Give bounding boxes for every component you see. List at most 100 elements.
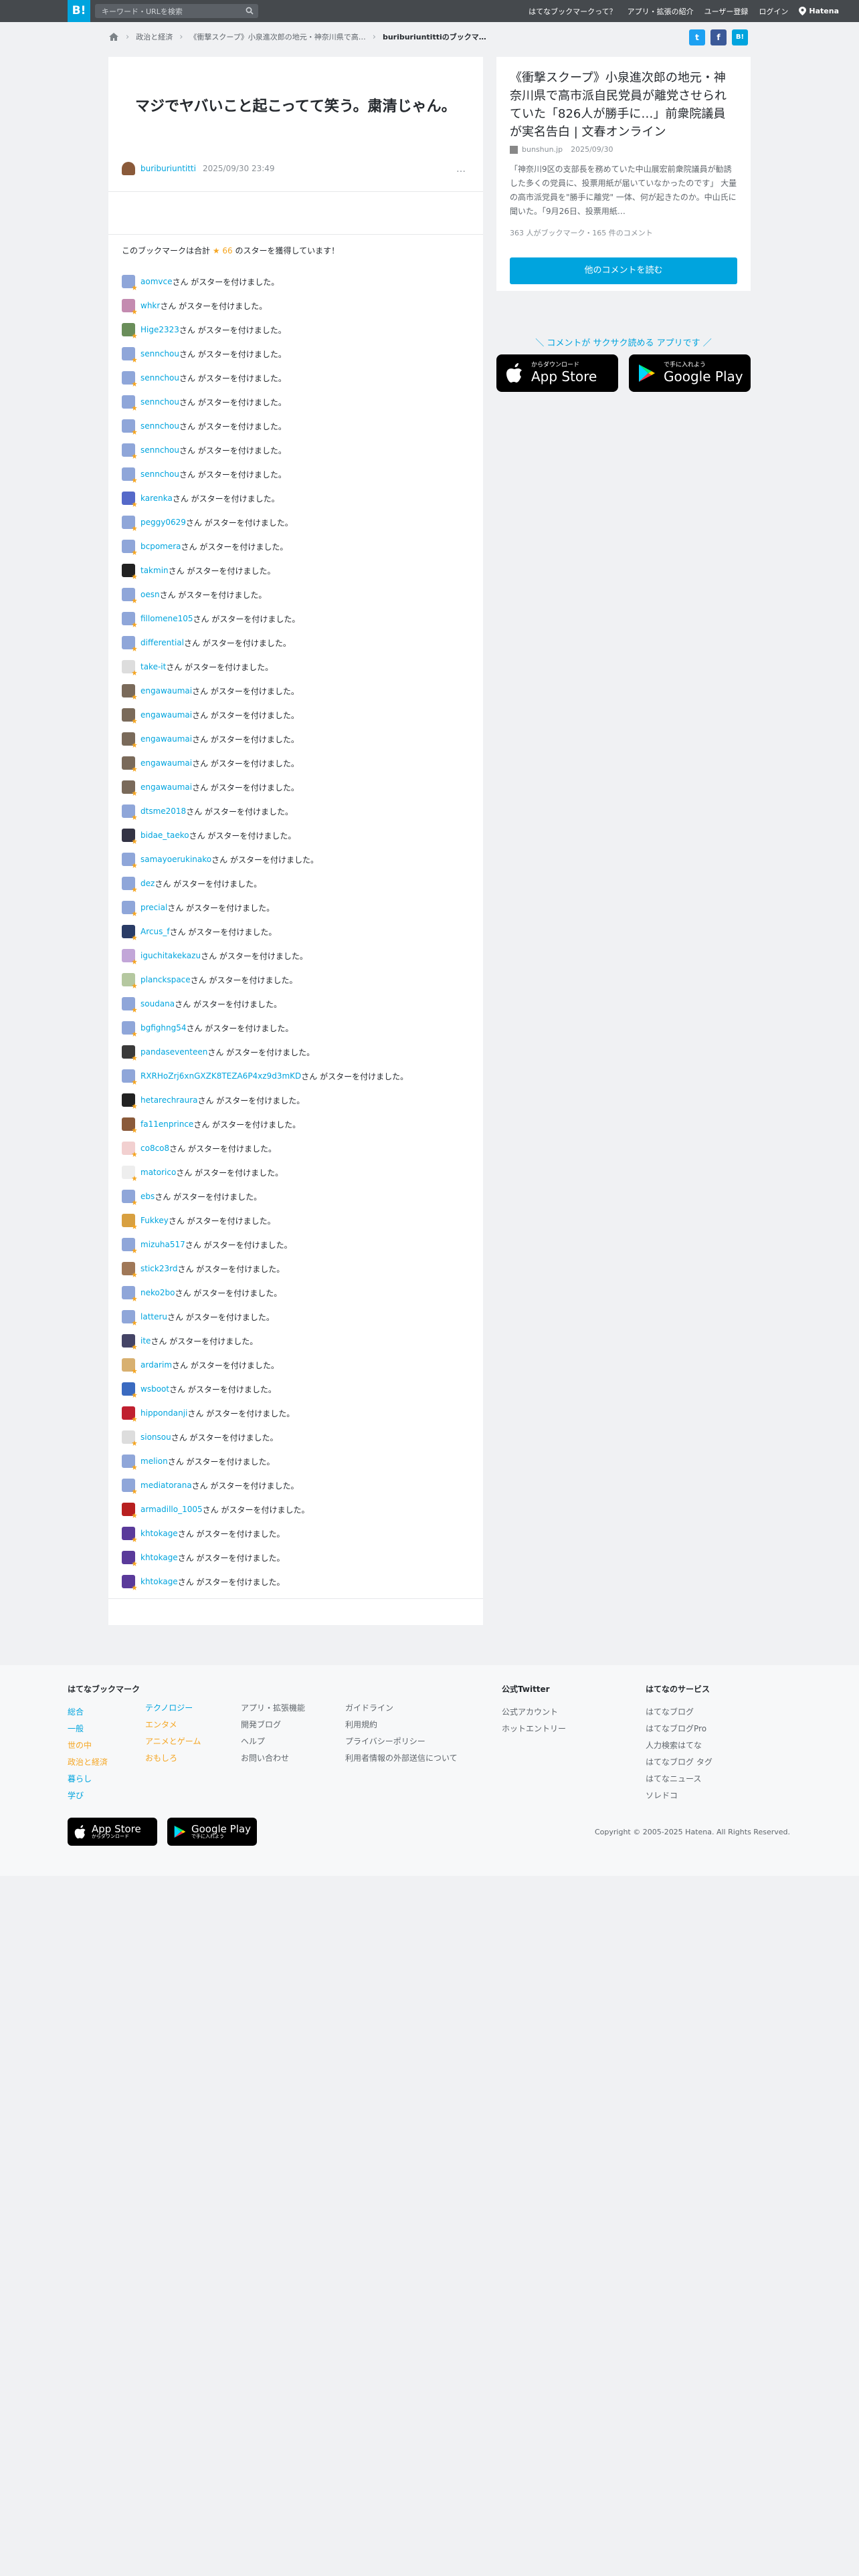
footer-link[interactable]: はてなブログ タグ xyxy=(646,1754,712,1771)
star-user-link[interactable]: engawaumai xyxy=(140,758,192,768)
avatar[interactable] xyxy=(122,492,135,505)
footer-link[interactable]: 開発ブログ xyxy=(241,1717,305,1733)
star-user-link[interactable]: melion xyxy=(140,1457,168,1466)
avatar[interactable] xyxy=(122,1575,135,1588)
star-user-link[interactable]: fillomene105 xyxy=(140,614,193,623)
star-user-link[interactable]: sennchou xyxy=(140,349,179,358)
search-icon[interactable] xyxy=(246,7,254,15)
avatar[interactable] xyxy=(122,612,135,625)
avatar[interactable] xyxy=(122,708,135,722)
avatar[interactable] xyxy=(122,780,135,794)
avatar[interactable] xyxy=(122,467,135,481)
star-user-link[interactable]: sennchou xyxy=(140,469,179,479)
avatar[interactable] xyxy=(122,973,135,986)
avatar[interactable] xyxy=(122,1358,135,1372)
star-user-link[interactable]: take-it xyxy=(140,662,166,671)
footer-link[interactable]: ソレドコ xyxy=(646,1788,712,1804)
nav-register[interactable]: ユーザー登録 xyxy=(704,6,749,17)
star-user-link[interactable]: bidae_taeko xyxy=(140,831,189,840)
footer-link[interactable]: 世の中 xyxy=(68,1737,140,1754)
entry-title[interactable]: 《衝撃スクープ》小泉進次郎の地元・神奈川県で高市派自民党員が離党させられていた「… xyxy=(510,69,737,141)
footer-link[interactable]: 一般 xyxy=(68,1721,140,1737)
avatar[interactable] xyxy=(122,1503,135,1516)
avatar[interactable] xyxy=(122,588,135,601)
avatar[interactable] xyxy=(122,347,135,360)
avatar[interactable] xyxy=(122,949,135,962)
footer-link[interactable]: 利用者情報の外部送信について xyxy=(345,1750,458,1767)
footer-link[interactable]: ホットエントリー xyxy=(502,1721,566,1737)
star-user-link[interactable]: Fukkey xyxy=(140,1216,169,1225)
star-user-link[interactable]: oesn xyxy=(140,590,160,599)
avatar[interactable] xyxy=(122,1166,135,1179)
avatar[interactable] xyxy=(122,1238,135,1251)
avatar[interactable] xyxy=(122,853,135,866)
avatar[interactable] xyxy=(122,395,135,409)
avatar[interactable] xyxy=(122,1069,135,1083)
footer-link[interactable]: テクノロジー xyxy=(145,1700,201,1717)
avatar[interactable] xyxy=(122,1262,135,1275)
star-user-link[interactable]: peggy0629 xyxy=(140,518,186,527)
footer-link[interactable]: プライバシーポリシー xyxy=(345,1733,458,1750)
star-user-link[interactable]: aomvce xyxy=(140,277,172,286)
avatar[interactable] xyxy=(122,636,135,649)
star-user-link[interactable]: samayoerukinako xyxy=(140,855,211,864)
footer-link[interactable]: お問い合わせ xyxy=(241,1750,305,1767)
avatar[interactable] xyxy=(122,1455,135,1468)
read-other-comments-button[interactable]: 他のコメントを読む xyxy=(510,257,737,284)
star-user-link[interactable]: iguchitakekazu xyxy=(140,951,201,960)
star-user-link[interactable]: sionsou xyxy=(140,1432,171,1442)
avatar[interactable] xyxy=(122,443,135,457)
entry-bookmark-count[interactable]: 363 人がブックマーク・165 件のコメント xyxy=(510,227,653,238)
star-user-link[interactable]: dtsme2018 xyxy=(140,807,186,816)
footer-link[interactable]: アニメとゲーム xyxy=(145,1733,201,1750)
avatar[interactable] xyxy=(122,1430,135,1444)
footer-link[interactable]: 公式アカウント xyxy=(502,1704,566,1721)
star-user-link[interactable]: soudana xyxy=(140,999,175,1008)
star-user-link[interactable]: engawaumai xyxy=(140,782,192,792)
footer-link[interactable]: アプリ・拡張機能 xyxy=(241,1700,305,1717)
avatar[interactable] xyxy=(122,1334,135,1348)
footer-link[interactable]: 利用規約 xyxy=(345,1717,458,1733)
footer-google-play-badge[interactable]: Google Play で手に入れよう xyxy=(167,1818,257,1846)
star-user-link[interactable]: co8co8 xyxy=(140,1144,169,1153)
footer-link[interactable]: 人力検索はてな xyxy=(646,1737,712,1754)
bookmark-date[interactable]: 2025/09/30 23:49 xyxy=(203,164,275,173)
star-user-link[interactable]: latteru xyxy=(140,1312,167,1321)
avatar[interactable] xyxy=(122,540,135,553)
star-user-link[interactable]: neko2bo xyxy=(140,1288,175,1297)
avatar[interactable] xyxy=(122,299,135,312)
star-user-link[interactable]: stick23rd xyxy=(140,1264,177,1273)
star-user-link[interactable]: RXRHoZrj6xnGXZK8TEZA6P4xz9d3mKD xyxy=(140,1071,301,1081)
footer-link[interactable]: 政治と経済 xyxy=(68,1754,140,1771)
avatar[interactable] xyxy=(122,1551,135,1564)
footer-link[interactable]: 総合 xyxy=(68,1704,140,1721)
footer-link[interactable]: ヘルプ xyxy=(241,1733,305,1750)
avatar[interactable] xyxy=(122,660,135,673)
avatar[interactable] xyxy=(122,1021,135,1035)
hatena-brand-link[interactable]: Hatena xyxy=(799,7,839,15)
star-user-link[interactable]: whkr xyxy=(140,301,160,310)
star-user-link[interactable]: ite xyxy=(140,1336,151,1346)
hatena-bookmark-logo[interactable]: B! xyxy=(68,0,90,22)
star-total-count[interactable]: ★ 66 xyxy=(213,246,233,255)
star-user-link[interactable]: ardarim xyxy=(140,1360,172,1370)
avatar[interactable] xyxy=(122,1214,135,1227)
avatar[interactable] xyxy=(122,1527,135,1540)
avatar[interactable] xyxy=(122,684,135,697)
more-menu-icon[interactable]: … xyxy=(456,164,466,175)
nav-apps[interactable]: アプリ・拡張の紹介 xyxy=(628,6,694,17)
avatar[interactable] xyxy=(122,1190,135,1203)
star-user-link[interactable]: takmin xyxy=(140,566,169,575)
avatar[interactable] xyxy=(122,1142,135,1155)
avatar[interactable] xyxy=(122,371,135,385)
footer-link[interactable]: エンタメ xyxy=(145,1717,201,1733)
star-user-link[interactable]: matorico xyxy=(140,1168,176,1177)
star-user-link[interactable]: sennchou xyxy=(140,373,179,383)
home-icon[interactable] xyxy=(108,32,119,41)
star-user-link[interactable]: hippondanji xyxy=(140,1408,187,1418)
avatar[interactable] xyxy=(122,323,135,336)
avatar[interactable] xyxy=(122,756,135,770)
star-user-link[interactable]: engawaumai xyxy=(140,734,192,744)
avatar[interactable] xyxy=(122,1406,135,1420)
star-user-link[interactable]: khtokage xyxy=(140,1577,178,1586)
